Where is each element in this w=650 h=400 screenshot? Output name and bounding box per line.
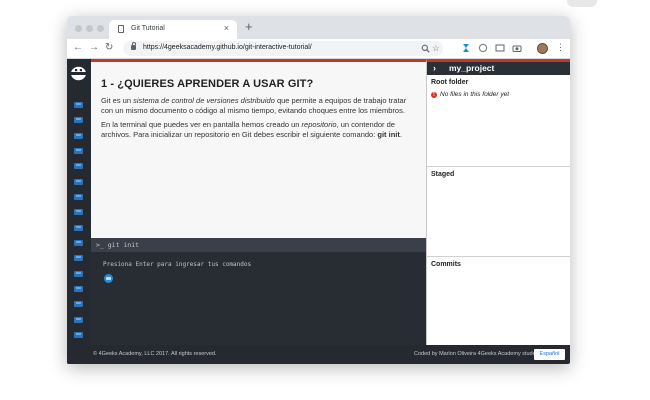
project-header: › my_project bbox=[427, 62, 570, 75]
logo-icon[interactable] bbox=[70, 66, 87, 81]
chevron-right-icon[interactable]: › bbox=[433, 62, 436, 74]
browser-toolbar: ← → ↻ https://4geeksacademy.github.io/gi… bbox=[67, 39, 570, 59]
reload-button[interactable]: ↻ bbox=[105, 42, 113, 54]
footer: © 4Geeks Academy, LLC 2017. All rights r… bbox=[67, 345, 570, 364]
commits-section: Commits bbox=[427, 257, 570, 345]
lesson-paragraph-2: En la terminal que puedes ver en pantall… bbox=[101, 120, 419, 139]
doc-icon bbox=[118, 25, 124, 33]
empty-folder-text: No files in this folder yet bbox=[440, 91, 510, 98]
paragraph-text: Git es un bbox=[101, 96, 134, 105]
emphasis-text: sistema de control de versiones distribu… bbox=[133, 96, 275, 105]
lesson-icon[interactable] bbox=[74, 148, 83, 154]
minimize-window-button[interactable] bbox=[86, 25, 93, 32]
background-bubble bbox=[567, 0, 597, 7]
terminal[interactable]: >_ git init Presiona Enter para ingresar… bbox=[91, 238, 426, 345]
new-tab-button[interactable]: + bbox=[245, 19, 253, 34]
extension-icon[interactable] bbox=[461, 43, 471, 53]
star-icon[interactable]: ☆ bbox=[432, 43, 440, 54]
lesson-icon[interactable] bbox=[74, 117, 83, 123]
lesson-paragraph-1: Git es un sistema de control de versione… bbox=[101, 96, 419, 115]
lesson-icon[interactable] bbox=[74, 301, 83, 307]
paragraph-text: En la terminal que puedes ver en pantall… bbox=[101, 120, 302, 129]
lesson-icon[interactable] bbox=[74, 255, 83, 261]
lesson-sidebar bbox=[67, 59, 91, 364]
lesson-icon[interactable] bbox=[74, 179, 83, 185]
page: 1 - ¿QUIERES APRENDER A USAR GIT? Git es… bbox=[67, 59, 570, 364]
lesson-icon[interactable] bbox=[74, 225, 83, 231]
error-icon: ! bbox=[431, 92, 437, 98]
root-folder-section: Root folder ! No files in this folder yet bbox=[427, 75, 570, 167]
menu-icon[interactable]: ⋮ bbox=[556, 42, 565, 53]
tab-git-tutorial[interactable]: Git Tutorial × bbox=[109, 20, 237, 39]
lesson-content: 1 - ¿QUIERES APRENDER A USAR GIT? Git es… bbox=[91, 59, 426, 238]
root-folder-message: ! No files in this folder yet bbox=[431, 91, 509, 98]
terminal-header: >_ git init bbox=[91, 238, 426, 252]
maximize-window-button[interactable] bbox=[97, 25, 104, 32]
camera-icon[interactable] bbox=[512, 43, 522, 53]
tab-bar: Git Tutorial × + bbox=[67, 16, 570, 39]
lesson-icon[interactable] bbox=[74, 317, 83, 323]
circle-icon[interactable] bbox=[478, 43, 488, 53]
terminal-prompt: >_ git init bbox=[96, 241, 140, 249]
command-text: git init bbox=[377, 129, 400, 139]
project-name: my_project bbox=[449, 63, 495, 73]
browser-window: Git Tutorial × + ← → ↻ https://4geeksaca… bbox=[67, 16, 570, 364]
copyright-text: © 4Geeks Academy, LLC 2017. All rights r… bbox=[93, 351, 217, 357]
credit-text: Coded by Marlon Oliveira 4Geeks Academy … bbox=[414, 351, 541, 357]
cast-icon[interactable] bbox=[495, 43, 505, 53]
url-text: https://4geeksacademy.github.io/git-inte… bbox=[143, 44, 312, 51]
lesson-title: 1 - ¿QUIERES APRENDER A USAR GIT? bbox=[101, 78, 314, 90]
root-folder-title: Root folder bbox=[431, 79, 469, 86]
lesson-icon[interactable] bbox=[74, 163, 83, 169]
paragraph-text: . bbox=[399, 129, 402, 139]
lesson-icon[interactable] bbox=[74, 209, 83, 215]
address-bar[interactable]: https://4geeksacademy.github.io/git-inte… bbox=[123, 41, 443, 56]
terminal-icon bbox=[104, 274, 113, 283]
avatar[interactable] bbox=[537, 43, 548, 54]
commits-title: Commits bbox=[431, 261, 461, 268]
lesson-icon[interactable] bbox=[74, 240, 83, 246]
lesson-icon[interactable] bbox=[74, 194, 83, 200]
tab-title: Git Tutorial bbox=[131, 25, 165, 32]
staged-section: Staged bbox=[427, 167, 570, 257]
lesson-icon[interactable] bbox=[74, 102, 83, 108]
tab-close-icon[interactable]: × bbox=[224, 23, 229, 33]
search-icon[interactable] bbox=[421, 44, 430, 53]
emphasis-text: repositorio bbox=[301, 120, 337, 129]
lesson-icon[interactable] bbox=[74, 286, 83, 292]
staged-title: Staged bbox=[431, 171, 455, 178]
language-button[interactable]: Español bbox=[534, 349, 565, 360]
lesson-icon[interactable] bbox=[74, 332, 83, 338]
lock-icon bbox=[131, 42, 136, 50]
forward-button[interactable]: → bbox=[89, 42, 99, 54]
close-window-button[interactable] bbox=[75, 25, 82, 32]
terminal-hint: Presiona Enter para ingresar tus comando… bbox=[103, 261, 252, 268]
back-button[interactable]: ← bbox=[73, 42, 83, 54]
lesson-icon[interactable] bbox=[74, 271, 83, 277]
lesson-icon[interactable] bbox=[74, 133, 83, 139]
project-panel: › my_project Root folder ! No files in th… bbox=[426, 59, 570, 345]
